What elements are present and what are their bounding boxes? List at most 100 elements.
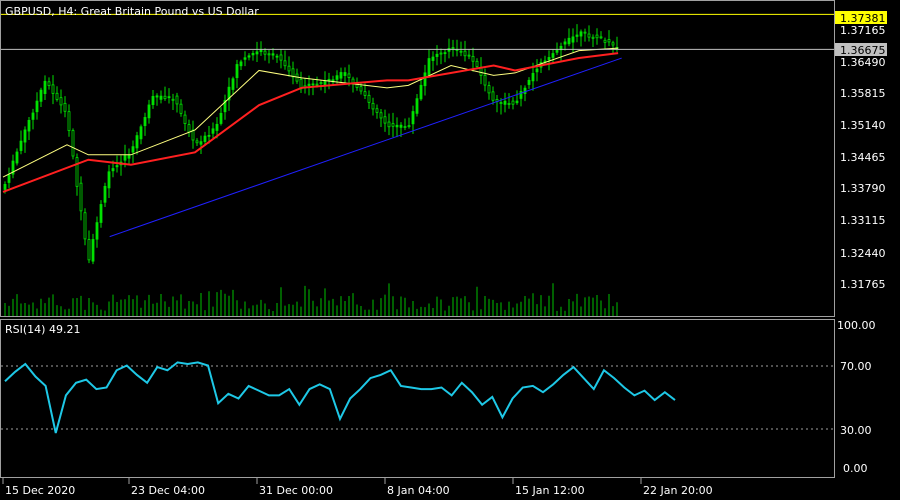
candle-body	[535, 68, 539, 73]
candle-body	[243, 57, 247, 60]
candle-body	[235, 64, 239, 79]
candle-body	[63, 102, 67, 112]
candle-body	[523, 87, 527, 94]
candle-body	[271, 53, 275, 56]
candle-body	[283, 60, 287, 67]
candle-body	[467, 54, 471, 57]
candle-body	[79, 182, 83, 212]
price-tick-label: 1.34465	[840, 151, 886, 164]
candle-body	[599, 36, 603, 39]
candle-body	[479, 67, 483, 76]
candle-body	[427, 58, 431, 76]
time-label: 15 Jan 12:00	[515, 484, 585, 497]
candle-body	[27, 119, 31, 132]
candle-body	[551, 53, 555, 58]
candle-body	[195, 140, 199, 144]
price-tick-label: 1.31765	[840, 278, 886, 291]
candle-body	[439, 52, 443, 55]
candle-body	[87, 239, 91, 261]
candle-body	[231, 78, 235, 90]
candle-body	[343, 72, 347, 76]
candle-body	[151, 95, 155, 105]
candle-body	[583, 31, 587, 34]
candle-body	[255, 51, 259, 55]
candle-body	[511, 100, 515, 105]
candle-body	[387, 121, 391, 128]
candle-body	[103, 185, 107, 203]
candle-body	[155, 95, 159, 98]
candle-body	[111, 168, 115, 172]
candle-body	[339, 72, 343, 79]
price-tick-label: 1.37165	[840, 24, 886, 37]
candle-body	[507, 103, 511, 105]
time-label: 22 Jan 20:00	[643, 484, 713, 497]
rsi-tick-label: 0.00	[843, 462, 868, 475]
candle-body	[267, 53, 271, 56]
candle-body	[347, 73, 351, 78]
candle-body	[287, 65, 291, 72]
candle-body	[95, 222, 99, 240]
candle-body	[291, 68, 295, 78]
candle-body	[35, 100, 39, 113]
candle-body	[75, 157, 79, 187]
candle-body	[463, 50, 467, 57]
candle-body	[363, 91, 367, 96]
candle-body	[159, 95, 163, 100]
candle-body	[183, 114, 187, 124]
time-axis: 15 Dec 2020 23 Dec 04:00 31 Dec 00:00 8 …	[2, 478, 713, 497]
candle-body	[403, 126, 407, 128]
candle-body	[391, 123, 395, 127]
rsi-tick-label: 70.00	[840, 360, 872, 373]
candle-body	[7, 174, 11, 183]
candle-body	[239, 61, 243, 67]
candle-body	[135, 135, 139, 149]
candle-body	[487, 85, 491, 94]
price-tick-label: 1.32440	[840, 247, 886, 260]
candle-body	[23, 129, 27, 143]
candle-body	[43, 80, 47, 94]
candle-body	[395, 124, 399, 128]
candle-body	[603, 39, 607, 43]
candle-body	[187, 124, 191, 133]
price-tick-label: 1.36490	[840, 56, 886, 69]
candle-body	[91, 239, 95, 262]
candle-body	[451, 47, 455, 50]
candle-body	[19, 140, 23, 151]
candle-body	[131, 146, 135, 153]
candle-body	[327, 78, 331, 81]
candle-body	[215, 123, 219, 131]
price-axis: 1.37165 1.36490 1.35815 1.35140 1.34465 …	[840, 24, 886, 291]
candle-body	[15, 151, 19, 164]
candle-body	[435, 53, 439, 57]
candle-body	[587, 33, 591, 38]
candle-body	[143, 117, 147, 127]
candle-body	[503, 100, 507, 105]
candle-body	[99, 204, 103, 223]
price-tick-label: 1.33115	[840, 214, 886, 227]
candle-body	[515, 100, 519, 104]
candle-body	[175, 95, 179, 105]
candle-body	[219, 112, 223, 124]
candle-body	[123, 155, 127, 161]
candle-body	[191, 129, 195, 141]
candle-body	[431, 56, 435, 61]
candlesticks	[3, 24, 619, 265]
candle-body	[179, 103, 183, 114]
bid-price-tag: 1.36675	[835, 43, 887, 57]
candle-body	[531, 72, 535, 82]
candle-body	[371, 102, 375, 110]
chart-canvas: GBPUSD, H4: Great Britain Pound vs US Do…	[0, 0, 887, 497]
time-label: 31 Dec 00:00	[259, 484, 333, 497]
rsi-panel-frame	[0, 319, 835, 478]
moving-average-slow	[2, 52, 619, 193]
time-label: 23 Dec 04:00	[131, 484, 205, 497]
candle-body	[611, 42, 615, 46]
candle-body	[39, 89, 43, 102]
candle-body	[107, 171, 111, 189]
time-label: 15 Dec 2020	[5, 484, 75, 497]
rsi-tick-label: 30.00	[840, 424, 872, 437]
rsi-tick-label: 100.00	[837, 319, 876, 332]
candle-body	[147, 104, 151, 119]
candle-body	[411, 111, 415, 125]
symbol-title: GBPUSD, H4: Great Britain Pound vs US Do…	[5, 5, 259, 18]
